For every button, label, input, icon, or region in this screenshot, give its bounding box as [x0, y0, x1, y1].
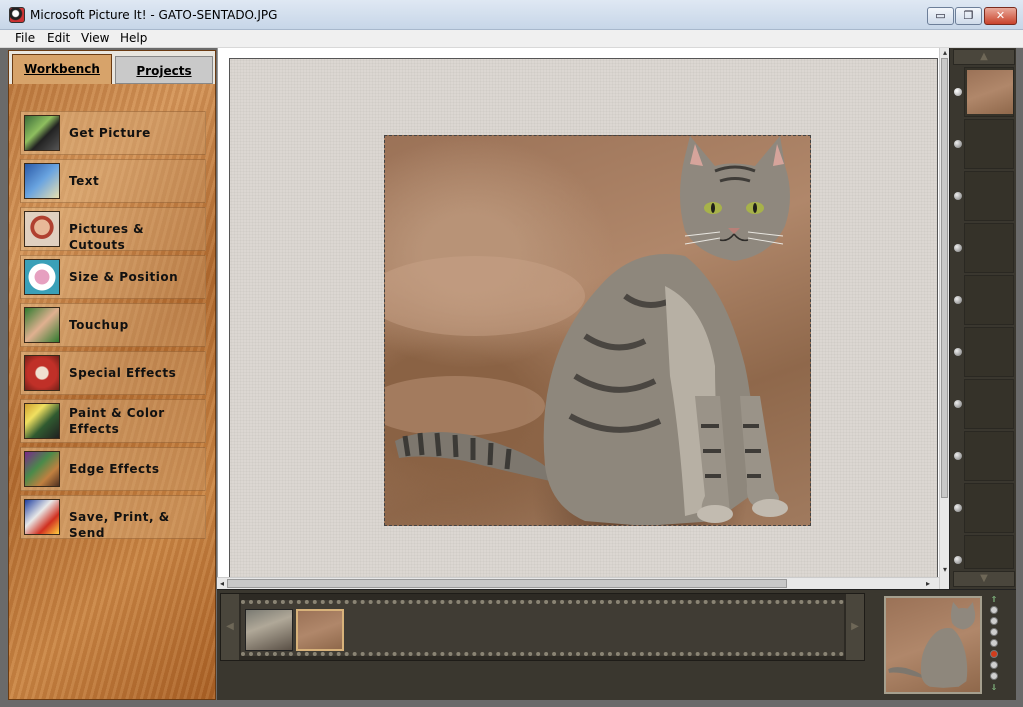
filmstrip-slot-radio[interactable] [954, 556, 962, 564]
panel-tabs: Workbench Projects [9, 51, 215, 84]
app-icon[interactable] [9, 7, 25, 23]
menu-file[interactable]: File [15, 31, 35, 45]
close-button[interactable]: ✕ [984, 7, 1017, 25]
save-print-send-icon [24, 499, 60, 535]
tray-right-arrow-icon[interactable]: ▶ [846, 594, 864, 660]
vertical-scrollbar[interactable]: ▴ ▾ [939, 48, 949, 589]
filmstrip-slot-radio[interactable] [954, 192, 962, 200]
tray-filmstrip: ◀ ▶ [220, 593, 865, 661]
filmstrip-slot-radio[interactable] [954, 140, 962, 148]
window-title: Microsoft Picture It! - GATO-SENTADO.JPG [30, 8, 278, 22]
zoom-step[interactable] [990, 606, 998, 614]
horizontal-scrollbar[interactable]: ◂ ▸ [217, 577, 939, 589]
project-filmstrip: ▲ ▼ [949, 48, 1016, 589]
menu-view[interactable]: View [81, 31, 109, 45]
picture-tray: ◀ ▶ ⇑ ⇓ [217, 589, 1016, 700]
workbench-item-paint-color[interactable]: Paint & Color Effects [20, 399, 206, 443]
zoom-in-arrow-icon[interactable]: ⇑ [988, 596, 1000, 604]
workbench-item-label: Paint & Color Effects [69, 406, 165, 436]
workbench-item-label: Special Effects [69, 366, 177, 380]
camera-icon [24, 115, 60, 151]
filmstrip-slot[interactable] [964, 431, 1014, 481]
filmstrip-slot[interactable] [964, 483, 1014, 533]
filmstrip-slot-radio[interactable] [954, 296, 962, 304]
workbench-panel: Workbench Projects Get Picture Text Pict… [8, 50, 216, 700]
tab-workbench[interactable]: Workbench [12, 54, 112, 84]
workbench-item-label: Get Picture [69, 126, 151, 140]
menu-help[interactable]: Help [120, 31, 147, 45]
zoom-step-current[interactable] [990, 650, 998, 658]
filmstrip-slot-radio[interactable] [954, 504, 962, 512]
text-abc-icon [24, 163, 60, 199]
workbench-item-label: Save, Print, & Send [69, 510, 170, 540]
filmstrip-thumbnail[interactable] [967, 70, 1013, 114]
workbench-item-touchup[interactable]: Touchup [20, 303, 206, 347]
work-area [217, 48, 949, 589]
workbench-item-label: Text [69, 174, 100, 188]
zoom-step[interactable] [990, 628, 998, 636]
filmstrip-slot[interactable] [964, 275, 1014, 325]
canvas-photo[interactable] [384, 135, 811, 526]
filmstrip-slot-radio[interactable] [954, 348, 962, 356]
filmstrip-slot-radio[interactable] [954, 244, 962, 252]
workbench-item-special-effects[interactable]: Special Effects [20, 351, 206, 395]
filmstrip-slot[interactable] [964, 119, 1014, 169]
filmstrip-slot[interactable] [964, 223, 1014, 273]
workbench-item-label: Edge Effects [69, 462, 160, 476]
filmstrip-slot[interactable] [964, 171, 1014, 221]
workbench-item-text[interactable]: Text [20, 159, 206, 203]
vertical-scroll-thumb[interactable] [941, 58, 948, 498]
maximize-button[interactable]: ❐ [955, 7, 982, 25]
filmstrip-slot[interactable] [964, 535, 1014, 569]
filmstrip-slot[interactable] [964, 379, 1014, 429]
zoom-step[interactable] [990, 617, 998, 625]
workbench-item-edge-effects[interactable]: Edge Effects [20, 447, 206, 491]
menu-edit[interactable]: Edit [47, 31, 70, 45]
canvas[interactable] [229, 58, 938, 578]
zoom-out-arrow-icon[interactable]: ⇓ [988, 684, 1000, 692]
workbench-item-get-picture[interactable]: Get Picture [20, 111, 206, 155]
workbench-item-size-position[interactable]: Size & Position [20, 255, 206, 299]
filmstrip-slot-radio[interactable] [954, 88, 962, 96]
title-bar: Microsoft Picture It! - GATO-SENTADO.JPG… [0, 0, 1023, 30]
menu-bar: File Edit View Help [0, 30, 1023, 48]
filmstrip-slot-radio[interactable] [954, 400, 962, 408]
tab-projects[interactable]: Projects [115, 56, 213, 84]
workbench-item-label: Touchup [69, 318, 129, 332]
horizontal-scroll-thumb[interactable] [227, 579, 787, 588]
workbench-item-pictures-cutouts[interactable]: Pictures & Cutouts [20, 207, 206, 252]
tray-left-arrow-icon[interactable]: ◀ [221, 594, 239, 660]
tray-strip [241, 600, 844, 656]
minimize-button[interactable]: ▭ [927, 7, 954, 25]
frame-resize-icon [24, 259, 60, 295]
tray-thumbnail[interactable] [245, 609, 293, 651]
paint-color-icon [24, 403, 60, 439]
filmstrip-down-arrow-icon[interactable]: ▼ [953, 571, 1015, 587]
zoom-step[interactable] [990, 672, 998, 680]
touchup-brush-icon [24, 307, 60, 343]
workbench-item-label: Size & Position [69, 270, 179, 284]
special-effects-icon [24, 355, 60, 391]
filmstrip-slot[interactable] [964, 327, 1014, 377]
cutout-child-icon [24, 211, 60, 247]
preview-cat-image [888, 601, 976, 688]
edge-effects-icon [24, 451, 60, 487]
tray-thumbnail-selected[interactable] [296, 609, 344, 651]
workbench-item-label: Pictures & Cutouts [69, 222, 145, 252]
filmstrip-up-arrow-icon[interactable]: ▲ [953, 49, 1015, 65]
filmstrip-slot-radio[interactable] [954, 452, 962, 460]
workbench-item-save-print-send[interactable]: Save, Print, & Send [20, 495, 206, 540]
zoom-level-indicator[interactable]: ⇑ ⇓ [988, 596, 1000, 692]
filmstrip-slot[interactable] [964, 67, 1014, 117]
zoom-step[interactable] [990, 639, 998, 647]
cat-photo-image [385, 136, 790, 525]
zoom-step[interactable] [990, 661, 998, 669]
preview-thumbnail [884, 596, 982, 694]
